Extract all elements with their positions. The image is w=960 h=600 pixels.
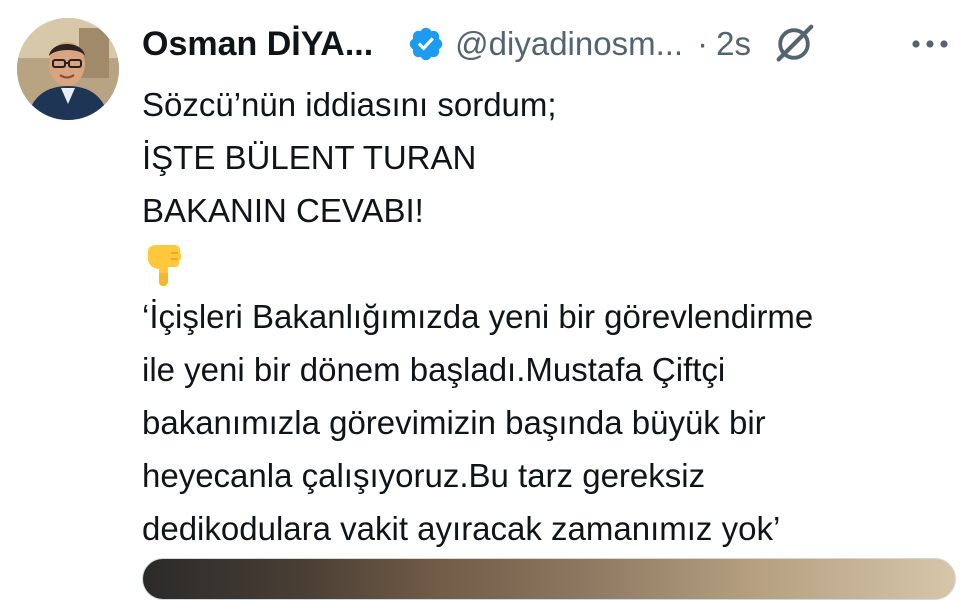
quote-line: ‘İçişleri Bakanlığımızda yeni bir görevl… bbox=[142, 298, 814, 335]
tweet-header: Osman DİYA... @diyadinosm... · 2s bbox=[142, 16, 952, 72]
quote-line: ile yeni bir dönem başladı.Mustafa Çiftç… bbox=[142, 351, 726, 388]
tweet-media[interactable] bbox=[142, 558, 956, 600]
author-avatar[interactable] bbox=[17, 18, 119, 120]
tweet-line: Sözcü’nün iddiasını sordum; bbox=[142, 86, 557, 123]
quote-line: bakanımızla görevimizin başında büyük bi… bbox=[142, 404, 766, 441]
tweet-text: Sözcü’nün iddiasını sordum; İŞTE BÜLENT … bbox=[142, 78, 942, 555]
author-handle[interactable]: @diyadinosm... bbox=[455, 25, 683, 63]
more-options-icon[interactable] bbox=[908, 16, 952, 72]
tweet-timestamp[interactable]: 2s bbox=[716, 25, 751, 63]
emoji-line bbox=[142, 237, 942, 290]
verified-badge-icon bbox=[407, 25, 445, 63]
grok-icon[interactable] bbox=[771, 21, 817, 67]
quote-line: heyecanla çalışıyoruz.Bu tarz gereksiz bbox=[142, 457, 706, 494]
avatar-photo bbox=[17, 18, 119, 120]
backhand-index-pointing-down-emoji bbox=[147, 245, 182, 286]
separator-dot: · bbox=[697, 25, 709, 62]
tweet-line: BAKANIN CEVABI! bbox=[142, 192, 424, 229]
tweet-line: İŞTE BÜLENT TURAN bbox=[142, 139, 477, 176]
quote-line: dedikodulara vakit ayıracak zamanımız yo… bbox=[142, 510, 781, 547]
author-name[interactable]: Osman DİYA... bbox=[142, 25, 373, 64]
